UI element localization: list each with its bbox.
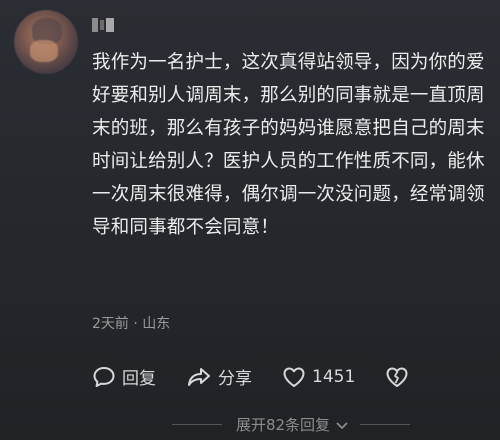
share-label: 分享	[218, 369, 252, 389]
expand-replies-label: 展开82条回复	[235, 416, 331, 434]
share-icon	[188, 367, 210, 386]
reply-label: 回复	[122, 369, 156, 389]
divider-right	[360, 424, 411, 425]
like-button[interactable]: 1451	[282, 366, 355, 388]
heart-icon	[283, 367, 305, 387]
dislike-button[interactable]	[385, 366, 415, 388]
comment-actions: 回复 分享 1451	[92, 364, 415, 389]
meta-separator: ·	[133, 316, 138, 332]
comment-text: 我作为一名护士，这次真得站领导，因为你的爱好要和别人调周末，那么别的同事就是一直…	[92, 52, 485, 238]
comment-time: 2天前	[92, 316, 129, 332]
divider-left	[171, 424, 222, 425]
comment-meta: 2天前 · 山东	[92, 313, 170, 333]
reply-button[interactable]: 回复	[92, 364, 156, 389]
expand-replies: 展开82条回复	[92, 414, 490, 435]
username-blurred[interactable]	[92, 14, 132, 32]
share-button[interactable]: 分享	[186, 364, 252, 389]
comment-location: 山东	[142, 316, 171, 332]
expand-replies-button[interactable]: 展开82条回复	[236, 414, 350, 435]
avatar[interactable]	[14, 10, 78, 74]
like-count: 1451	[312, 366, 356, 387]
chevron-down-icon	[336, 421, 348, 429]
broken-heart-icon	[386, 367, 408, 387]
reply-icon	[93, 366, 115, 387]
